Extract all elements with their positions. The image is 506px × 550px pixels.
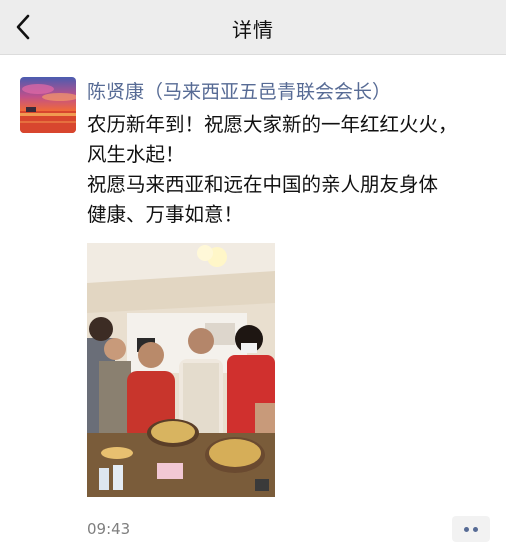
more-button[interactable] <box>452 516 490 542</box>
post-text: 农历新年到！祝愿大家新的一年红红火火， 风生水起！ 祝愿马来西亚和远在中国的亲人… <box>87 110 487 230</box>
more-dots-icon <box>473 527 478 532</box>
moments-detail-page: 详情 陈贤康（马来西亚五邑青联会会长） 农历新年到！祝愿大家新的一年红红火火， <box>0 0 506 550</box>
post-time: 09:43 <box>87 520 131 538</box>
post-text-line: 健康、万事如意！ <box>87 203 244 226</box>
author-name-link[interactable]: 陈贤康（马来西亚五邑青联会会长） <box>87 77 391 104</box>
nav-bar: 详情 <box>0 0 506 55</box>
post-photo[interactable] <box>87 243 275 497</box>
post-text-line: 风生水起！ <box>87 143 185 166</box>
page-title: 详情 <box>232 18 274 42</box>
post-text-line: 祝愿马来西亚和远在中国的亲人朋友身体 <box>87 173 439 196</box>
avatar[interactable] <box>20 77 76 133</box>
post-text-line: 农历新年到！祝愿大家新的一年红红火火， <box>87 113 458 136</box>
more-dots-icon <box>464 527 469 532</box>
